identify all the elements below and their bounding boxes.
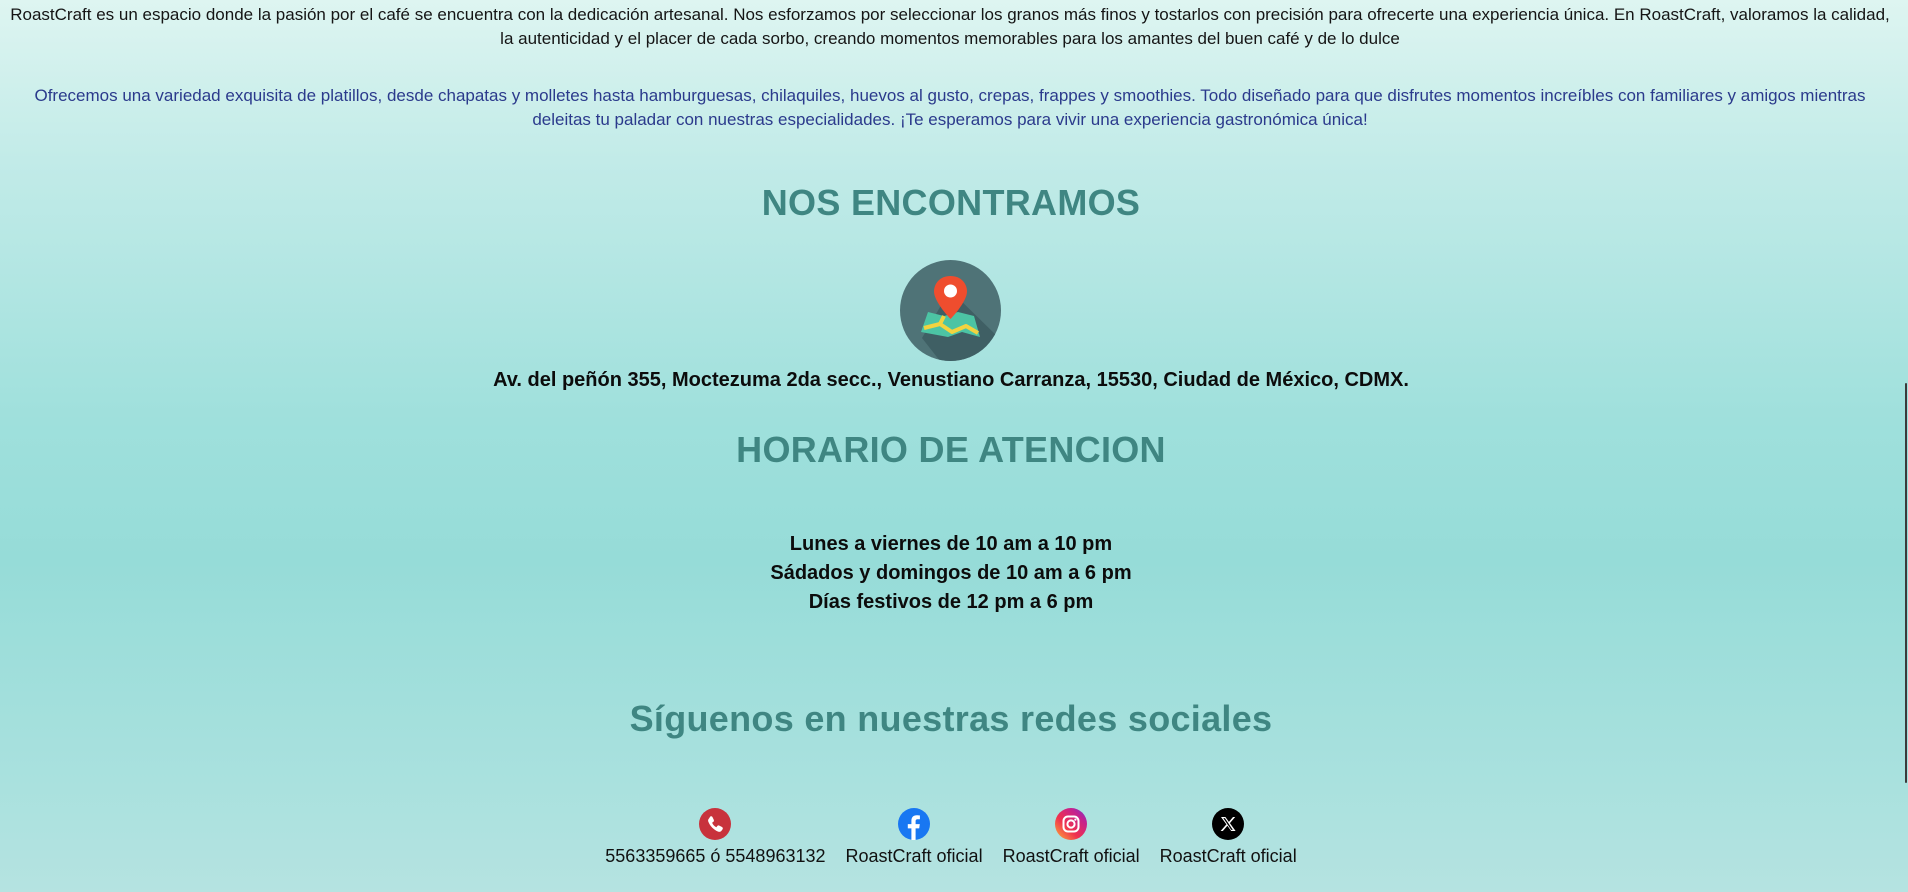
map-location-icon	[900, 260, 1001, 361]
scrollbar-thumb[interactable]	[1905, 383, 1907, 783]
hours-weekdays: Lunes a viernes de 10 am a 10 pm	[789, 533, 1113, 555]
facebook-icon	[898, 808, 931, 840]
address: Av. del peñón 355, Moctezuma 2da secc., …	[493, 369, 1409, 391]
social-title: Síguenos en nuestras redes sociales	[629, 698, 1273, 739]
x-icon	[1212, 808, 1245, 840]
hours-weekends: Sádados y domingos de 10 am a 6 pm	[770, 562, 1132, 584]
hours-title: HORARIO DE ATENCION	[736, 429, 1166, 470]
page: RoastCraft es un espacio donde la pasión…	[0, 0, 1908, 892]
instagram-link[interactable]: RoastCraft oficial	[1003, 808, 1140, 868]
facebook-link[interactable]: RoastCraft oficial	[846, 808, 983, 868]
phone-label: 5563359665 ó 5548963132	[605, 846, 826, 866]
phone-link[interactable]: 5563359665 ó 5548963132	[605, 808, 826, 868]
social-links: 5563359665 ó 5548963132 RoastCraft ofici…	[0, 808, 1902, 868]
x-link[interactable]: RoastCraft oficial	[1160, 808, 1297, 868]
instagram-label: RoastCraft oficial	[1002, 846, 1140, 866]
hours-list: Lunes a viernes de 10 am a 10 pm Sádados…	[0, 530, 1902, 617]
location-title: NOS ENCONTRAMOS	[761, 182, 1141, 223]
about-paragraph: RoastCraft es un espacio donde la pasión…	[10, 5, 1890, 48]
menu-paragraph: Ofrecemos una variedad exquisita de plat…	[34, 86, 1866, 129]
hours-holidays: Días festivos de 12 pm a 6 pm	[808, 591, 1094, 613]
instagram-icon	[1055, 808, 1088, 840]
x-label: RoastCraft oficial	[1159, 846, 1297, 866]
facebook-label: RoastCraft oficial	[845, 846, 983, 866]
phone-icon	[699, 808, 732, 840]
